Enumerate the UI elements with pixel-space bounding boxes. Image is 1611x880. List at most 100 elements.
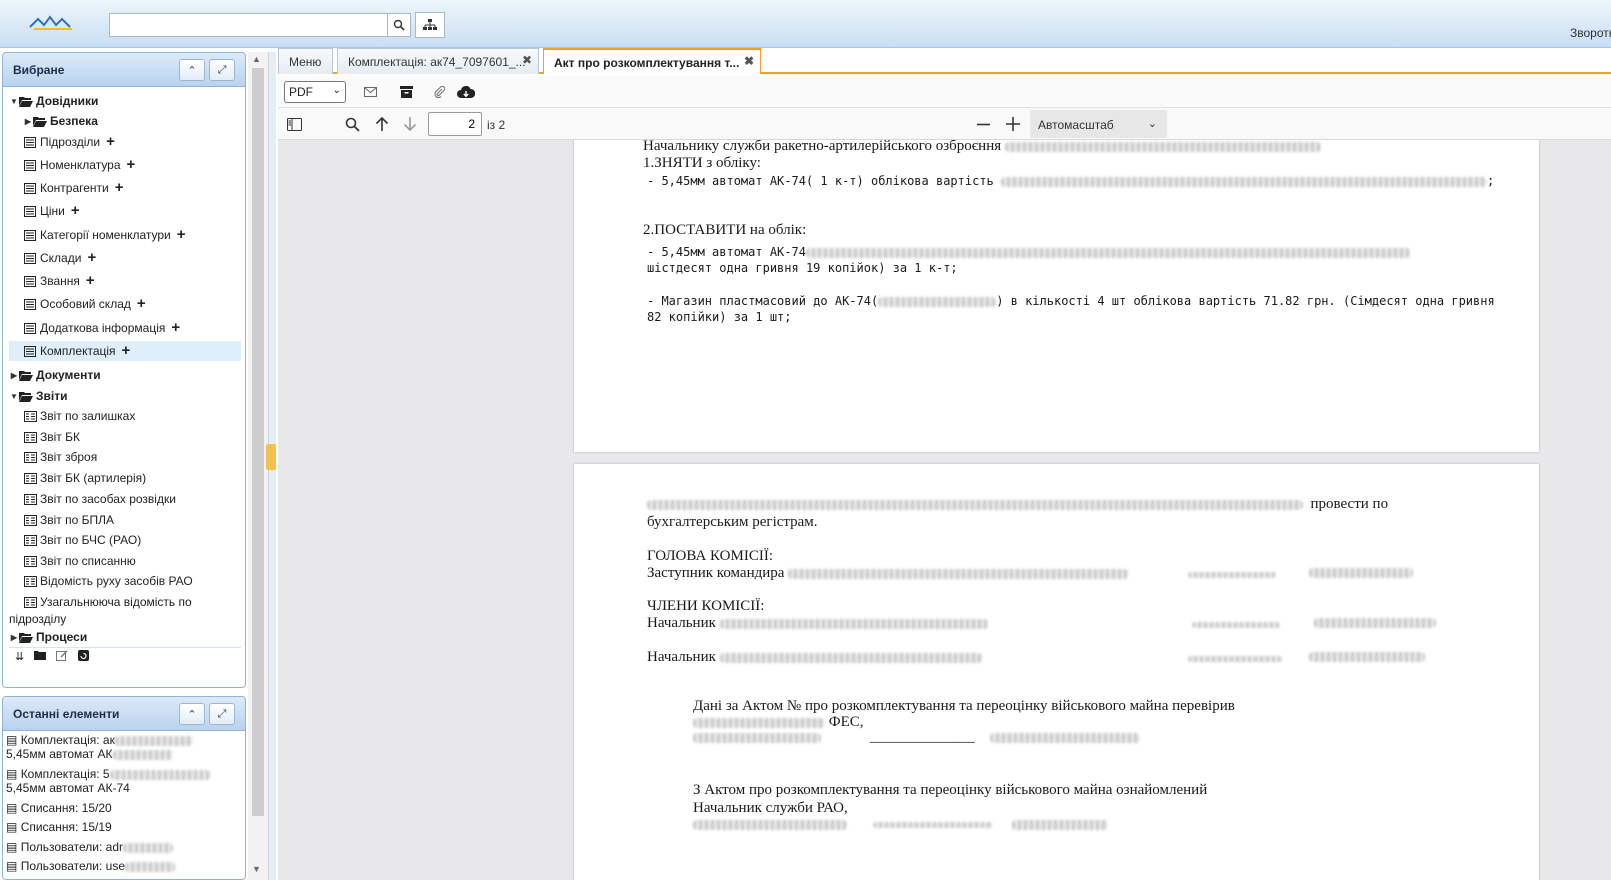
tree-item-reports[interactable]: ▼ Звіти xyxy=(9,386,241,406)
tab-label: Меню xyxy=(289,55,322,69)
tab-kitting[interactable]: Комплектація: ак74_7097601_... ✖ xyxy=(337,48,539,74)
pdf-viewer[interactable]: Начальнику служби ракетно-артилерійськог… xyxy=(278,140,1611,880)
report-item[interactable]: Звіт БК xyxy=(9,427,241,447)
zoom-select[interactable]: Автомасштаб ⌄ xyxy=(1030,110,1167,138)
report-item[interactable]: Звіт по залишках xyxy=(9,406,241,426)
caret-down-icon[interactable]: ▼ xyxy=(9,392,19,401)
search-button[interactable] xyxy=(387,13,411,37)
archive-button[interactable] xyxy=(398,84,414,100)
recent-item[interactable]: ▤ Списання: 15/19 xyxy=(6,820,242,834)
cloud-download-button[interactable] xyxy=(456,84,476,100)
edit-icon[interactable] xyxy=(56,649,68,664)
add-icon[interactable]: + xyxy=(115,180,124,195)
format-select[interactable]: PDF ⌄ xyxy=(284,81,346,103)
tree-item-label: Процеси xyxy=(36,630,88,644)
add-icon[interactable]: + xyxy=(137,296,146,311)
tab-menu[interactable]: Меню xyxy=(278,48,333,74)
recent-item[interactable]: ▤ Пользователи: use xyxy=(6,859,242,873)
report-item[interactable]: Звіт по БПЛА xyxy=(9,510,241,530)
tab-label: Комплектація: ак74_7097601_... xyxy=(348,55,526,69)
report-icon xyxy=(23,555,37,567)
add-icon[interactable]: + xyxy=(171,320,180,335)
scroll-down-icon[interactable]: ▼ xyxy=(252,864,261,874)
tree-item-nomenclature-categories[interactable]: Категорії номенклатури + xyxy=(9,225,241,245)
close-icon[interactable]: ✖ xyxy=(744,54,754,68)
splitter-handle[interactable] xyxy=(266,444,276,470)
tree-item-contractors[interactable]: Контрагенти + xyxy=(9,178,241,198)
previous-page-button[interactable] xyxy=(374,116,390,132)
next-page-button[interactable] xyxy=(402,116,418,132)
doc-line: ГОЛОВА КОМІСІЇ: xyxy=(647,548,773,564)
doc-line: Начальник служби РАО, xyxy=(693,800,848,816)
tree-item-directories[interactable]: ▼ Довідники xyxy=(9,91,241,111)
collapse-button[interactable]: ⌃ xyxy=(179,703,205,725)
feedback-link[interactable]: Зворотн xyxy=(1570,26,1611,40)
report-item[interactable]: Звіт зброя xyxy=(9,447,241,467)
tree-item-units[interactable]: Підрозділи + xyxy=(9,132,241,152)
report-item[interactable]: Звіт по списанню xyxy=(9,551,241,571)
refresh-icon[interactable] xyxy=(78,649,90,664)
tree-item-processes[interactable]: ▶ Процеси xyxy=(9,627,241,647)
tree-item-ranks[interactable]: Звання + xyxy=(9,271,241,291)
tree-item-additional-info[interactable]: Додаткова інформація + xyxy=(9,318,241,338)
redacted-text xyxy=(693,819,847,830)
add-icon[interactable]: + xyxy=(106,134,115,149)
redacted-text xyxy=(1188,656,1282,662)
report-item[interactable]: Звіт по засобах розвідки xyxy=(9,489,241,509)
recent-item[interactable]: ▤ Комплектація: ак 5,45мм автомат АК xyxy=(6,733,242,761)
collapse-button[interactable]: ⌃ xyxy=(179,59,205,81)
collapse-all-icon[interactable]: ⇊ xyxy=(15,650,24,663)
sidebar-scrollbar[interactable]: ▲ ▼ xyxy=(248,52,268,880)
tree-item-personnel[interactable]: Особовий склад + xyxy=(9,294,241,314)
report-item[interactable]: Звіт БК (артилерія) xyxy=(9,468,241,488)
zoom-in-button[interactable] xyxy=(1005,116,1021,132)
add-icon[interactable]: + xyxy=(177,227,186,242)
scrollbar-thumb[interactable] xyxy=(252,68,264,816)
caret-down-icon[interactable]: ▼ xyxy=(9,97,19,106)
tree-item-kitting[interactable]: Комплектація + xyxy=(9,341,241,361)
add-icon[interactable]: + xyxy=(87,250,96,265)
report-item[interactable]: Звіт по БЧС (РАО) xyxy=(9,530,241,550)
redacted-text xyxy=(1192,622,1280,628)
list-icon xyxy=(23,322,37,334)
report-item-wrap[interactable]: підрозділу xyxy=(9,609,241,629)
scroll-up-icon[interactable]: ▲ xyxy=(252,54,261,64)
recent-item[interactable]: ▤ Списання: 15/20 xyxy=(6,801,242,815)
recent-item[interactable]: ▤ Комплектація: 5 5,45мм автомат АК-74 xyxy=(6,767,242,795)
list-icon xyxy=(23,229,37,241)
tree-item-label: Звіт по БПЛА xyxy=(40,513,115,527)
list-icon: ▤ xyxy=(6,801,18,815)
attach-button[interactable] xyxy=(432,84,448,100)
doc-line xyxy=(693,816,1108,833)
email-button[interactable] xyxy=(362,84,378,100)
tree-item-warehouses[interactable]: Склади + xyxy=(9,248,241,268)
recent-items-panel: Останні елементи ⌃ ⤢ ▤ Комплектація: ак … xyxy=(2,696,246,880)
tree-item-nomenclature[interactable]: Номенклатура + xyxy=(9,155,241,175)
add-icon[interactable]: + xyxy=(71,203,80,218)
caret-right-icon[interactable]: ▶ xyxy=(9,371,19,380)
tree-item-security[interactable]: ▶ Безпека xyxy=(9,111,241,131)
maximize-button[interactable]: ⤢ xyxy=(209,59,235,81)
page-number-input[interactable] xyxy=(428,112,482,136)
maximize-button[interactable]: ⤢ xyxy=(209,703,235,725)
zoom-out-button[interactable] xyxy=(975,116,991,132)
add-icon[interactable]: + xyxy=(127,157,136,172)
logo[interactable] xyxy=(28,13,78,33)
structure-button[interactable] xyxy=(415,12,445,38)
folder-icon[interactable] xyxy=(34,650,47,663)
tree-item-prices[interactable]: Ціни + xyxy=(9,201,241,221)
close-icon[interactable]: ✖ xyxy=(522,53,532,67)
recent-item[interactable]: ▤ Пользователи: adr xyxy=(6,840,242,854)
report-item[interactable]: Відомість руху засобів РАО xyxy=(9,571,241,591)
caret-right-icon[interactable]: ▶ xyxy=(9,633,19,642)
sidebar-toggle-button[interactable] xyxy=(286,116,302,132)
tab-act[interactable]: Акт про розкомплектування т... ✖ xyxy=(543,48,761,74)
caret-right-icon[interactable]: ▶ xyxy=(23,117,33,126)
add-icon[interactable]: + xyxy=(122,343,131,358)
find-button[interactable] xyxy=(344,116,360,132)
chevron-down-icon: ⌄ xyxy=(1147,118,1157,130)
search-input[interactable] xyxy=(109,13,388,37)
tree-item-documents[interactable]: ▶ Документи xyxy=(9,365,241,385)
add-icon[interactable]: + xyxy=(86,273,95,288)
tab-label: Акт про розкомплектування т... xyxy=(554,56,740,70)
